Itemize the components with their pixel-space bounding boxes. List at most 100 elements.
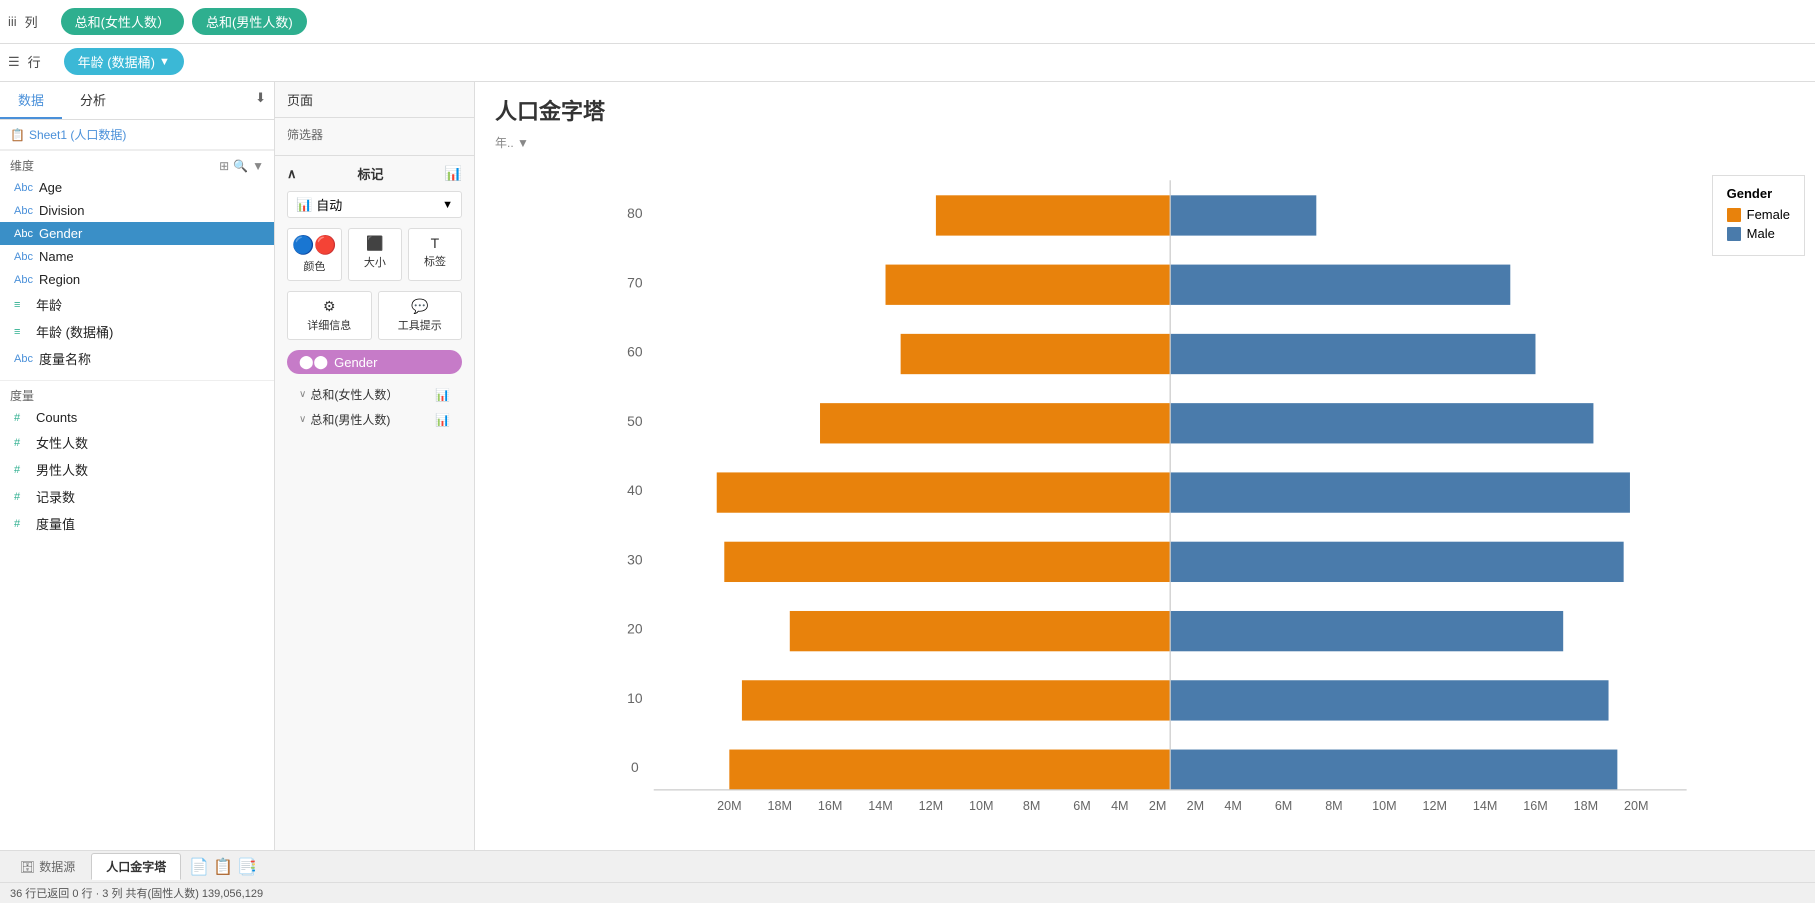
caret-icon: ∨: [299, 389, 306, 400]
bar-male-0: [1170, 750, 1617, 790]
tab-arrow[interactable]: ⬇: [247, 82, 274, 119]
svg-text:40: 40: [627, 482, 643, 498]
dim-gender[interactable]: Abc Gender: [0, 222, 274, 245]
row-label: 行: [28, 52, 56, 71]
middle-panel: 页面 筛选器 ∧ 标记 📊 📊 自动 ▼ 🔵🔴 颜色 ⬛: [275, 82, 475, 850]
sheet-tab[interactable]: 人口金字塔: [91, 853, 181, 880]
bottom-icons: 📄 📋 📑: [189, 857, 257, 877]
marks-chart-icon[interactable]: 📊: [445, 165, 462, 182]
svg-text:2M: 2M: [1149, 799, 1166, 810]
label-button[interactable]: T 标签: [408, 228, 462, 281]
svg-text:4M: 4M: [1224, 799, 1241, 810]
col-pill-male[interactable]: 总和(男性人数): [192, 8, 307, 35]
dots-icon: ⬤⬤: [299, 354, 328, 370]
chart-icon: 📊: [435, 388, 450, 402]
svg-text:0: 0: [631, 759, 639, 775]
bar-female-20: [790, 611, 1170, 651]
mea-records[interactable]: # 记录数: [0, 483, 274, 510]
chart-svg-wrap: 0 10 20 30 40 50 60 70 80: [475, 155, 1815, 850]
left-panel: 数据 分析 ⬇ 📋 Sheet1 (人口数据) 维度 ⊞ 🔍 ▼ Abc Age…: [0, 82, 275, 850]
dim-nianling-bucket[interactable]: ≡ 年龄 (数据桶): [0, 318, 274, 345]
bar-female-10: [742, 680, 1170, 720]
mea-counts[interactable]: # Counts: [0, 406, 274, 429]
chart-panel: 人口金字塔 年.. ▼ 0 10 20 30 40 50 60 70 80: [475, 82, 1815, 850]
marks-grid: 🔵🔴 颜色 ⬛ 大小 T 标签: [287, 228, 462, 281]
down-icon[interactable]: ▼: [252, 159, 264, 173]
dim-duliang[interactable]: Abc 度量名称: [0, 345, 274, 372]
marks-dropdown[interactable]: 📊 自动 ▼: [287, 191, 462, 218]
bar-female-80: [936, 195, 1170, 235]
bar-male-80: [1170, 195, 1316, 235]
measure2-item[interactable]: ∨ 总和(男性人数) 📊: [287, 407, 462, 432]
color-button[interactable]: 🔵🔴 颜色: [287, 228, 342, 281]
datasource-tab[interactable]: 🗄 数据源: [8, 854, 87, 879]
col-pill-female[interactable]: 总和(女性人数）: [61, 8, 184, 35]
svg-text:10M: 10M: [969, 799, 993, 810]
legend: Gender Female Male: [1712, 175, 1805, 256]
mea-value[interactable]: # 度量值: [0, 510, 274, 537]
svg-text:18M: 18M: [767, 799, 791, 810]
svg-text:14M: 14M: [868, 799, 892, 810]
sheet-label[interactable]: 📋 Sheet1 (人口数据): [0, 120, 274, 150]
dim-division[interactable]: Abc Division: [0, 199, 274, 222]
bar-female-0: [729, 750, 1170, 790]
auto-icon: 📊: [296, 197, 312, 213]
search-icon[interactable]: 🔍: [233, 159, 248, 173]
main-layout: 数据 分析 ⬇ 📋 Sheet1 (人口数据) 维度 ⊞ 🔍 ▼ Abc Age…: [0, 82, 1815, 850]
dim-age[interactable]: Abc Age: [0, 176, 274, 199]
svg-text:18M: 18M: [1574, 799, 1598, 810]
svg-text:2M: 2M: [1187, 799, 1204, 810]
abc-icon: Abc: [14, 251, 33, 263]
svg-text:4M: 4M: [1111, 799, 1128, 810]
mea-male[interactable]: # 男性人数: [0, 456, 274, 483]
measure1-item[interactable]: ∨ 总和(女性人数） 📊: [287, 382, 462, 407]
gender-pill[interactable]: ⬤⬤ Gender: [287, 350, 462, 374]
marks-section: ∧ 标记 📊 📊 自动 ▼ 🔵🔴 颜色 ⬛ 大小 T: [275, 156, 474, 440]
abc-icon: Abc: [14, 353, 33, 365]
bar-male-70: [1170, 265, 1510, 305]
legend-color-female: [1727, 208, 1741, 222]
tab-data[interactable]: 数据: [0, 82, 62, 119]
label-icon: T: [431, 235, 440, 251]
dim-nianling[interactable]: ≡ 年龄: [0, 291, 274, 318]
new-sheet-icon[interactable]: 📄: [189, 857, 209, 877]
svg-text:6M: 6M: [1275, 799, 1292, 810]
tooltip-button[interactable]: 💬 工具提示: [378, 291, 463, 340]
new-dashboard-icon[interactable]: 📋: [213, 857, 233, 877]
tooltip-icon: 💬: [411, 298, 428, 315]
marks-row: ⚙ 详细信息 💬 工具提示: [287, 291, 462, 340]
svg-text:8M: 8M: [1325, 799, 1342, 810]
page-header: 页面: [275, 82, 474, 118]
detail-button[interactable]: ⚙ 详细信息: [287, 291, 372, 340]
new-story-icon[interactable]: 📑: [237, 857, 257, 877]
svg-text:14M: 14M: [1473, 799, 1497, 810]
bar-female-30: [724, 542, 1170, 582]
measure-header: 度量: [0, 380, 274, 406]
svg-text:12M: 12M: [1422, 799, 1446, 810]
svg-text:6M: 6M: [1073, 799, 1090, 810]
bar-icon: ≡: [14, 299, 30, 311]
caret-icon: ∨: [299, 414, 306, 425]
svg-text:60: 60: [627, 344, 643, 360]
size-button[interactable]: ⬛ 大小: [348, 228, 402, 281]
legend-title: Gender: [1727, 186, 1790, 201]
abc-icon: Abc: [14, 274, 33, 286]
abc-icon: Abc: [14, 182, 33, 194]
sheet-icon: 📋: [10, 128, 25, 142]
mea-female[interactable]: # 女性人数: [0, 429, 274, 456]
legend-item-male: Male: [1727, 226, 1790, 241]
row-icon: ☰: [8, 54, 20, 70]
hash-icon: #: [14, 518, 30, 530]
legend-item-female: Female: [1727, 207, 1790, 222]
row-pill-age[interactable]: 年龄 (数据桶) ▼: [64, 48, 184, 75]
svg-text:20M: 20M: [717, 799, 741, 810]
row-toolbar: ☰ 行 年龄 (数据桶) ▼: [0, 44, 1815, 82]
grid-icon[interactable]: ⊞: [219, 159, 229, 173]
dim-name[interactable]: Abc Name: [0, 245, 274, 268]
svg-text:16M: 16M: [1523, 799, 1547, 810]
svg-text:16M: 16M: [818, 799, 842, 810]
hash-icon: #: [14, 412, 30, 424]
dim-region[interactable]: Abc Region: [0, 268, 274, 291]
tab-analysis[interactable]: 分析: [62, 82, 124, 119]
year-filter[interactable]: 年.. ▼: [475, 132, 1815, 155]
